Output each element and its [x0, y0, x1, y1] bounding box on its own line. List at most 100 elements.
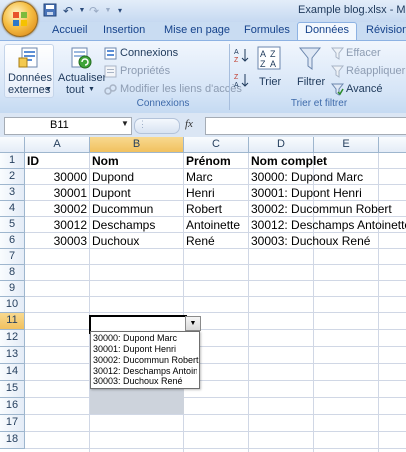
row-header-9[interactable]: 9 [0, 281, 25, 297]
grip-icon: ⋮ [138, 119, 147, 129]
cell-d6[interactable]: 30003: Duchoux René [251, 233, 370, 249]
cell-b5[interactable]: Deschamps [92, 217, 155, 233]
clear-filter-button[interactable]: Effacer [346, 47, 381, 59]
connections-group-label: Connexions [136, 98, 190, 109]
cell-c2[interactable]: Marc [186, 169, 213, 185]
cell-d3[interactable]: 30001: Dupont Henri [251, 185, 362, 201]
row-header-14[interactable]: 14 [0, 364, 25, 381]
row-header-2[interactable]: 2 [0, 169, 25, 185]
row-header-15[interactable]: 15 [0, 381, 25, 398]
column-header-c[interactable]: C [184, 137, 249, 153]
cell-c6[interactable]: René [186, 233, 215, 249]
tab-accueil[interactable]: Accueil [52, 24, 87, 40]
column-header-f[interactable] [379, 137, 406, 153]
formula-input[interactable] [205, 117, 406, 135]
connections-button[interactable]: Connexions [120, 47, 178, 59]
sort-az-icon[interactable]: AZ [234, 47, 250, 66]
row-header-6[interactable]: 6 [0, 233, 25, 249]
gridline [25, 296, 406, 297]
connections-icon [104, 47, 117, 63]
gridline [248, 153, 249, 452]
column-header-a[interactable]: A [25, 137, 90, 153]
edit-links-icon [104, 83, 117, 99]
row-header-12[interactable]: 12 [0, 330, 25, 347]
refresh-all-label-2[interactable]: tout [66, 84, 84, 96]
cell-a4[interactable]: 30002 [25, 201, 87, 217]
cell-b4[interactable]: Ducommun [92, 201, 153, 217]
cell-a6[interactable]: 30003 [25, 233, 87, 249]
dropdown-option[interactable]: 30001: Dupont Henri [93, 344, 176, 355]
gridline [25, 431, 406, 432]
cell-c4[interactable]: Robert [186, 201, 222, 217]
svg-text:Z: Z [234, 74, 239, 81]
gridline [25, 346, 406, 347]
dropdown-option[interactable]: 30000: Dupond Marc [93, 333, 177, 344]
cell-b6[interactable]: Duchoux [92, 233, 139, 249]
row-header-13[interactable]: 13 [0, 347, 25, 364]
sort-button[interactable]: Trier [259, 76, 281, 88]
row-header-18[interactable]: 18 [0, 432, 25, 449]
row-header-5[interactable]: 5 [0, 217, 25, 233]
row-header-7[interactable]: 7 [0, 249, 25, 265]
cell-b3[interactable]: Dupont [92, 185, 131, 201]
gridline [378, 153, 379, 452]
tab-insertion[interactable]: Insertion [103, 24, 145, 40]
sort-za-icon[interactable]: ZA [234, 72, 250, 91]
advanced-filter-button[interactable]: Avancé [346, 83, 383, 95]
cell-d1[interactable]: Nom complet [251, 153, 327, 169]
tab-mise-en-page[interactable]: Mise en page [164, 24, 230, 40]
properties-button[interactable]: Propriétés [120, 65, 170, 77]
cell-b2[interactable]: Dupond [92, 169, 134, 185]
row-header-3[interactable]: 3 [0, 185, 25, 201]
cell-a3[interactable]: 30001 [25, 185, 87, 201]
cell-d5[interactable]: 30012: Deschamps Antoinette [251, 217, 406, 233]
cell-c1[interactable]: Prénom [186, 153, 231, 169]
office-button[interactable] [2, 1, 38, 37]
column-header-d[interactable]: D [249, 137, 314, 153]
cell-d2[interactable]: 30000: Dupond Marc [251, 169, 363, 185]
filter-funnel-icon[interactable] [298, 46, 322, 75]
cell-a5[interactable]: 30012 [25, 217, 87, 233]
tab-revision[interactable]: Révision [366, 24, 406, 40]
row-header-10[interactable]: 10 [0, 297, 25, 313]
sort-dialog-icon[interactable]: AZZA [257, 46, 281, 73]
advanced-filter-icon [330, 83, 345, 99]
refresh-all-label-1[interactable]: Actualiser [58, 72, 106, 84]
gridline [25, 363, 406, 364]
cell-c5[interactable]: Antoinette [186, 217, 240, 233]
gridline [25, 280, 406, 281]
row-header-16[interactable]: 16 [0, 398, 25, 415]
column-header-b[interactable]: B [90, 137, 184, 153]
name-box-value: B11 [50, 119, 69, 131]
row-header-1[interactable]: 1 [0, 153, 25, 169]
insert-function-button[interactable]: fx [185, 118, 193, 130]
cell-d4[interactable]: 30002: Ducommun Robert [251, 201, 392, 217]
gridline [25, 264, 406, 265]
select-all-corner[interactable] [0, 137, 25, 153]
column-header-e[interactable]: E [314, 137, 379, 153]
cell-a1[interactable]: ID [27, 153, 39, 169]
cell-c3[interactable]: Henri [186, 185, 215, 201]
customize-qat-icon[interactable]: ▾ [112, 3, 128, 19]
external-data-label-1: Données [8, 72, 53, 84]
name-box-dropdown-icon[interactable]: ▼ [121, 119, 129, 128]
cell-a2[interactable]: 30000 [25, 169, 87, 185]
row-header-4[interactable]: 4 [0, 201, 25, 217]
svg-text:A: A [234, 82, 239, 88]
refresh-all-icon[interactable] [68, 46, 94, 73]
filter-button[interactable]: Filtrer [297, 76, 325, 88]
dropdown-option[interactable]: 30003: Duchoux René [93, 376, 183, 387]
group-separator [229, 44, 230, 110]
cell-b1[interactable]: Nom [92, 153, 119, 169]
validation-dropdown-button[interactable]: ▼ [185, 316, 201, 331]
row-header-17[interactable]: 17 [0, 415, 25, 432]
reapply-button[interactable]: Réappliquer [346, 65, 405, 77]
save-icon[interactable] [42, 3, 58, 19]
svg-text:Z: Z [260, 59, 266, 69]
edit-links-button[interactable]: Modifier les liens d'accès [120, 83, 242, 95]
tab-donnees[interactable]: Données [305, 24, 349, 40]
row-header-8[interactable]: 8 [0, 265, 25, 281]
dropdown-option[interactable]: 30002: Ducommun Robert [93, 355, 199, 366]
tab-formules[interactable]: Formules [244, 24, 290, 40]
row-header-11[interactable]: 11 [0, 313, 25, 330]
